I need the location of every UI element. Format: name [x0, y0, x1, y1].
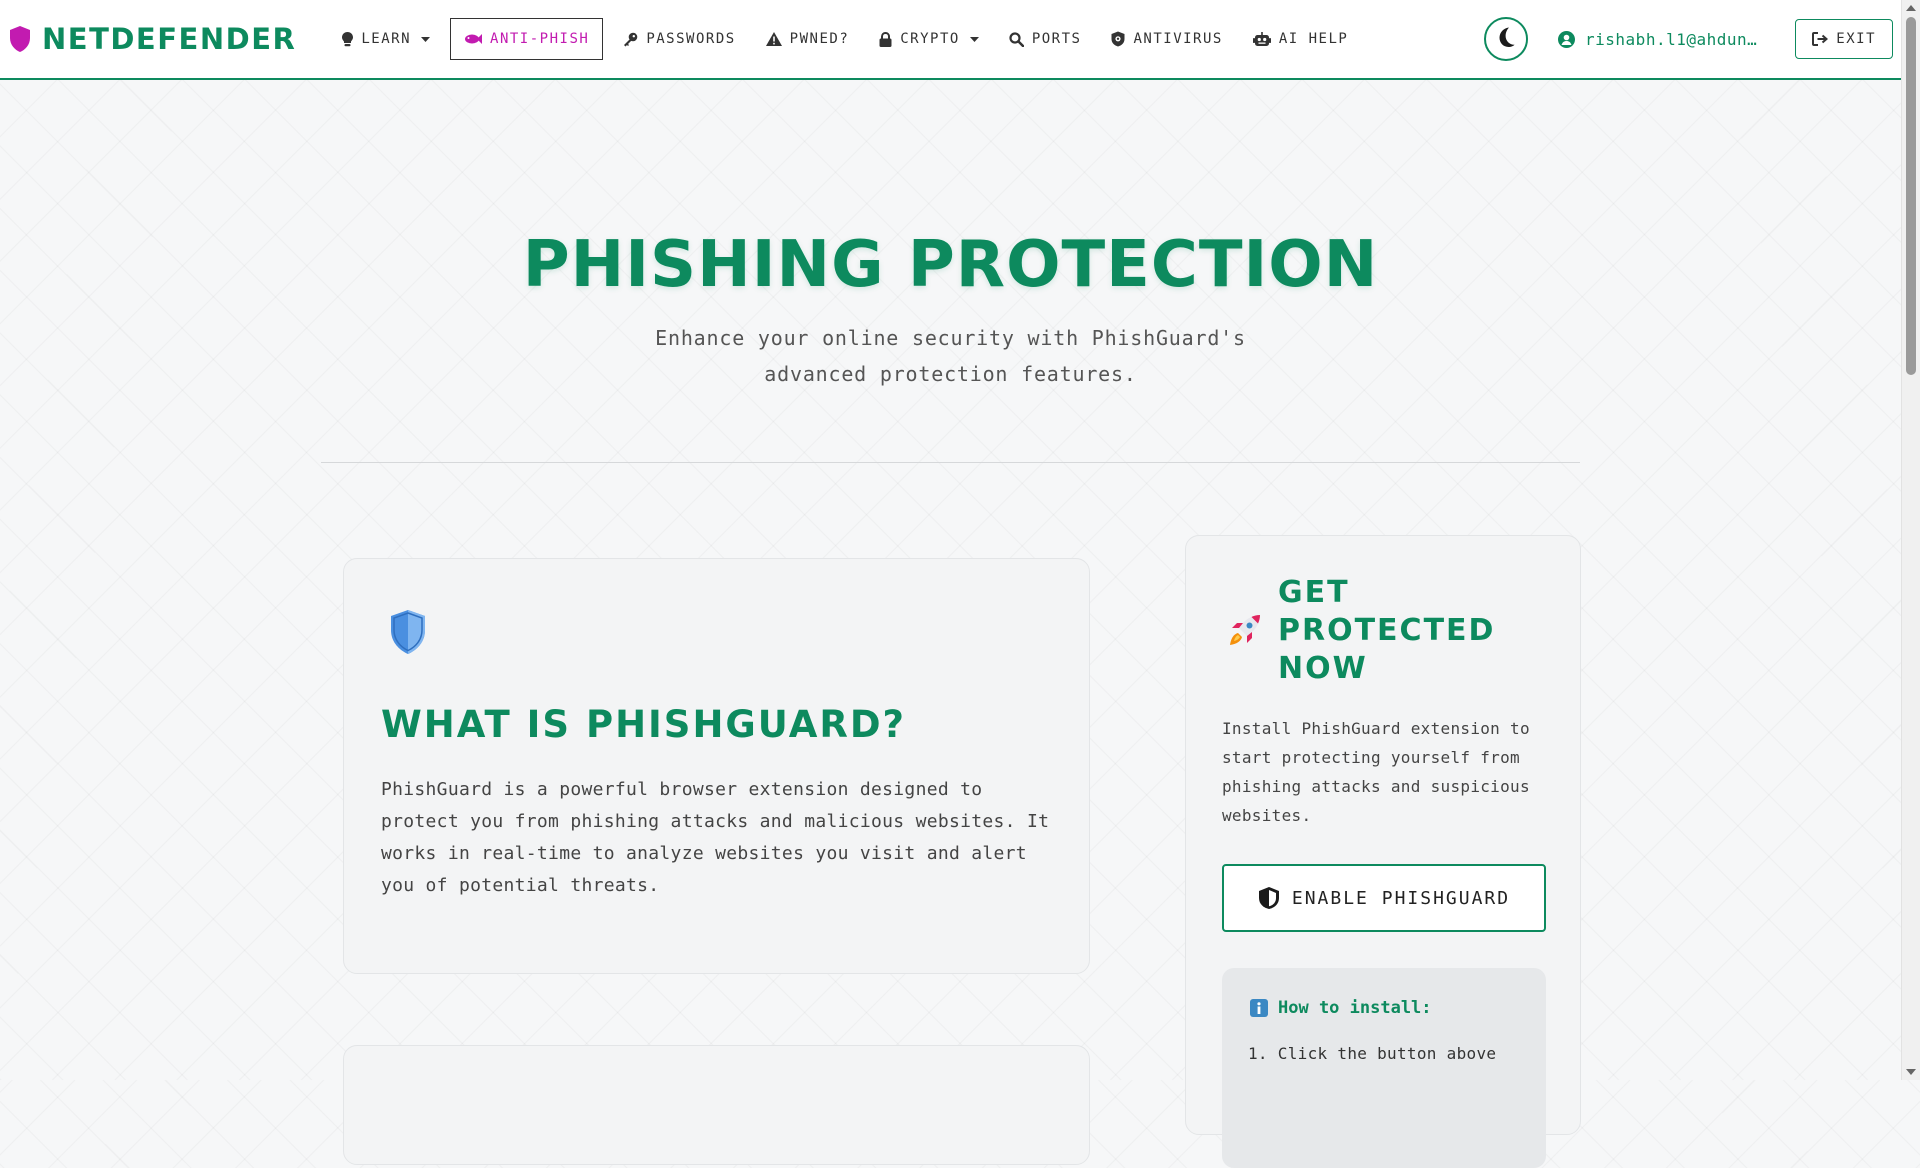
theme-toggle-button[interactable]: [1484, 17, 1529, 61]
shield-virus-icon: [1111, 31, 1125, 47]
scroll-down-arrow-icon[interactable]: [1906, 1069, 1916, 1075]
install-title: How to install:: [1278, 998, 1432, 1018]
search-icon: [1009, 31, 1024, 47]
nav-links: LEARN ANTI-PHISH PASSWORDS PWNED? CRYPTO…: [332, 18, 1368, 60]
user-account-link[interactable]: rishabh.l1@ahdun…: [1558, 30, 1757, 49]
page-title: PHISHING PROTECTION: [522, 228, 1379, 302]
scroll-up-arrow-icon[interactable]: [1906, 5, 1916, 11]
lightbulb-icon: [342, 31, 354, 47]
key-icon: [623, 32, 638, 47]
nav-item-antivirus[interactable]: ANTIVIRUS: [1101, 18, 1232, 60]
nav-item-pwned[interactable]: PWNED?: [756, 18, 860, 60]
side-card-header: GET PROTECTED NOW: [1226, 574, 1548, 688]
next-feature-card: [343, 1045, 1090, 1165]
sign-out-icon: [1812, 32, 1829, 46]
shield-icon: [8, 25, 32, 53]
nav-item-ports[interactable]: PORTS: [999, 18, 1092, 60]
nav-item-learn[interactable]: LEARN: [332, 18, 440, 60]
enable-phishguard-button[interactable]: ENABLE PHISHGUARD: [1222, 864, 1546, 932]
shield-halved-icon: [1258, 886, 1280, 910]
moon-icon: [1494, 25, 1518, 53]
nav-item-ai-help[interactable]: AI HELP: [1243, 18, 1359, 60]
page-scrollbar[interactable]: [1901, 0, 1920, 1080]
user-circle-icon: [1558, 30, 1576, 48]
nav-item-label: PWNED?: [789, 31, 850, 47]
nav-item-passwords[interactable]: PASSWORDS: [613, 18, 745, 60]
lock-icon: [879, 31, 892, 47]
card-body: PhishGuard is a powerful browser extensi…: [381, 779, 1050, 896]
robot-icon: [1252, 31, 1271, 47]
card-title: WHAT IS PHISHGUARD?: [381, 703, 906, 746]
install-step: 1. Click the button above: [1248, 1044, 1497, 1063]
enable-button-label: ENABLE PHISHGUARD: [1291, 887, 1511, 909]
nav-item-label: PORTS: [1031, 31, 1082, 47]
rocket-icon: [1226, 611, 1264, 653]
warning-icon: [765, 32, 782, 46]
top-navbar: NETDEFENDER LEARN ANTI-PHISH PASSWORDS P…: [0, 0, 1901, 80]
scroll-thumb[interactable]: [1906, 17, 1916, 375]
side-card-title: GET PROTECTED NOW: [1278, 575, 1496, 686]
side-card-body: Install PhishGuard extension to start pr…: [1222, 719, 1530, 825]
nav-item-crypto[interactable]: CRYPTO: [869, 18, 989, 60]
nav-item-label: ANTIVIRUS: [1133, 31, 1223, 47]
nav-item-label: LEARN: [361, 31, 412, 47]
nav-item-label: AI HELP: [1278, 31, 1349, 47]
shield-icon: [389, 609, 427, 659]
get-protected-card: GET PROTECTED NOW Install PhishGuard ext…: [1185, 535, 1581, 1168]
nav-right: rishabh.l1@ahdun… EXIT: [1484, 17, 1901, 61]
nav-item-label: ANTI-PHISH: [490, 31, 590, 47]
nav-item-label: PASSWORDS: [646, 31, 736, 47]
info-icon: [1250, 999, 1268, 1017]
brand-logo[interactable]: NETDEFENDER: [8, 22, 296, 56]
caret-down-icon: [969, 36, 979, 42]
exit-label: EXIT: [1836, 31, 1876, 47]
page-subtitle: Enhance your online security with PhishG…: [655, 326, 1246, 386]
exit-button[interactable]: EXIT: [1795, 19, 1893, 59]
caret-down-icon: [421, 36, 431, 42]
section-divider: [321, 462, 1580, 463]
install-instructions: How to install: 1. Click the button abov…: [1222, 968, 1546, 1168]
what-is-phishguard-card: WHAT IS PHISHGUARD? PhishGuard is a powe…: [343, 558, 1090, 974]
nav-item-label: CRYPTO: [900, 31, 960, 47]
install-heading: How to install:: [1250, 998, 1432, 1018]
user-email: rishabh.l1@ahdun…: [1585, 29, 1758, 49]
brand-name: NETDEFENDER: [42, 22, 297, 56]
fish-icon: [464, 33, 483, 45]
nav-item-anti-phish[interactable]: ANTI-PHISH: [450, 18, 604, 60]
